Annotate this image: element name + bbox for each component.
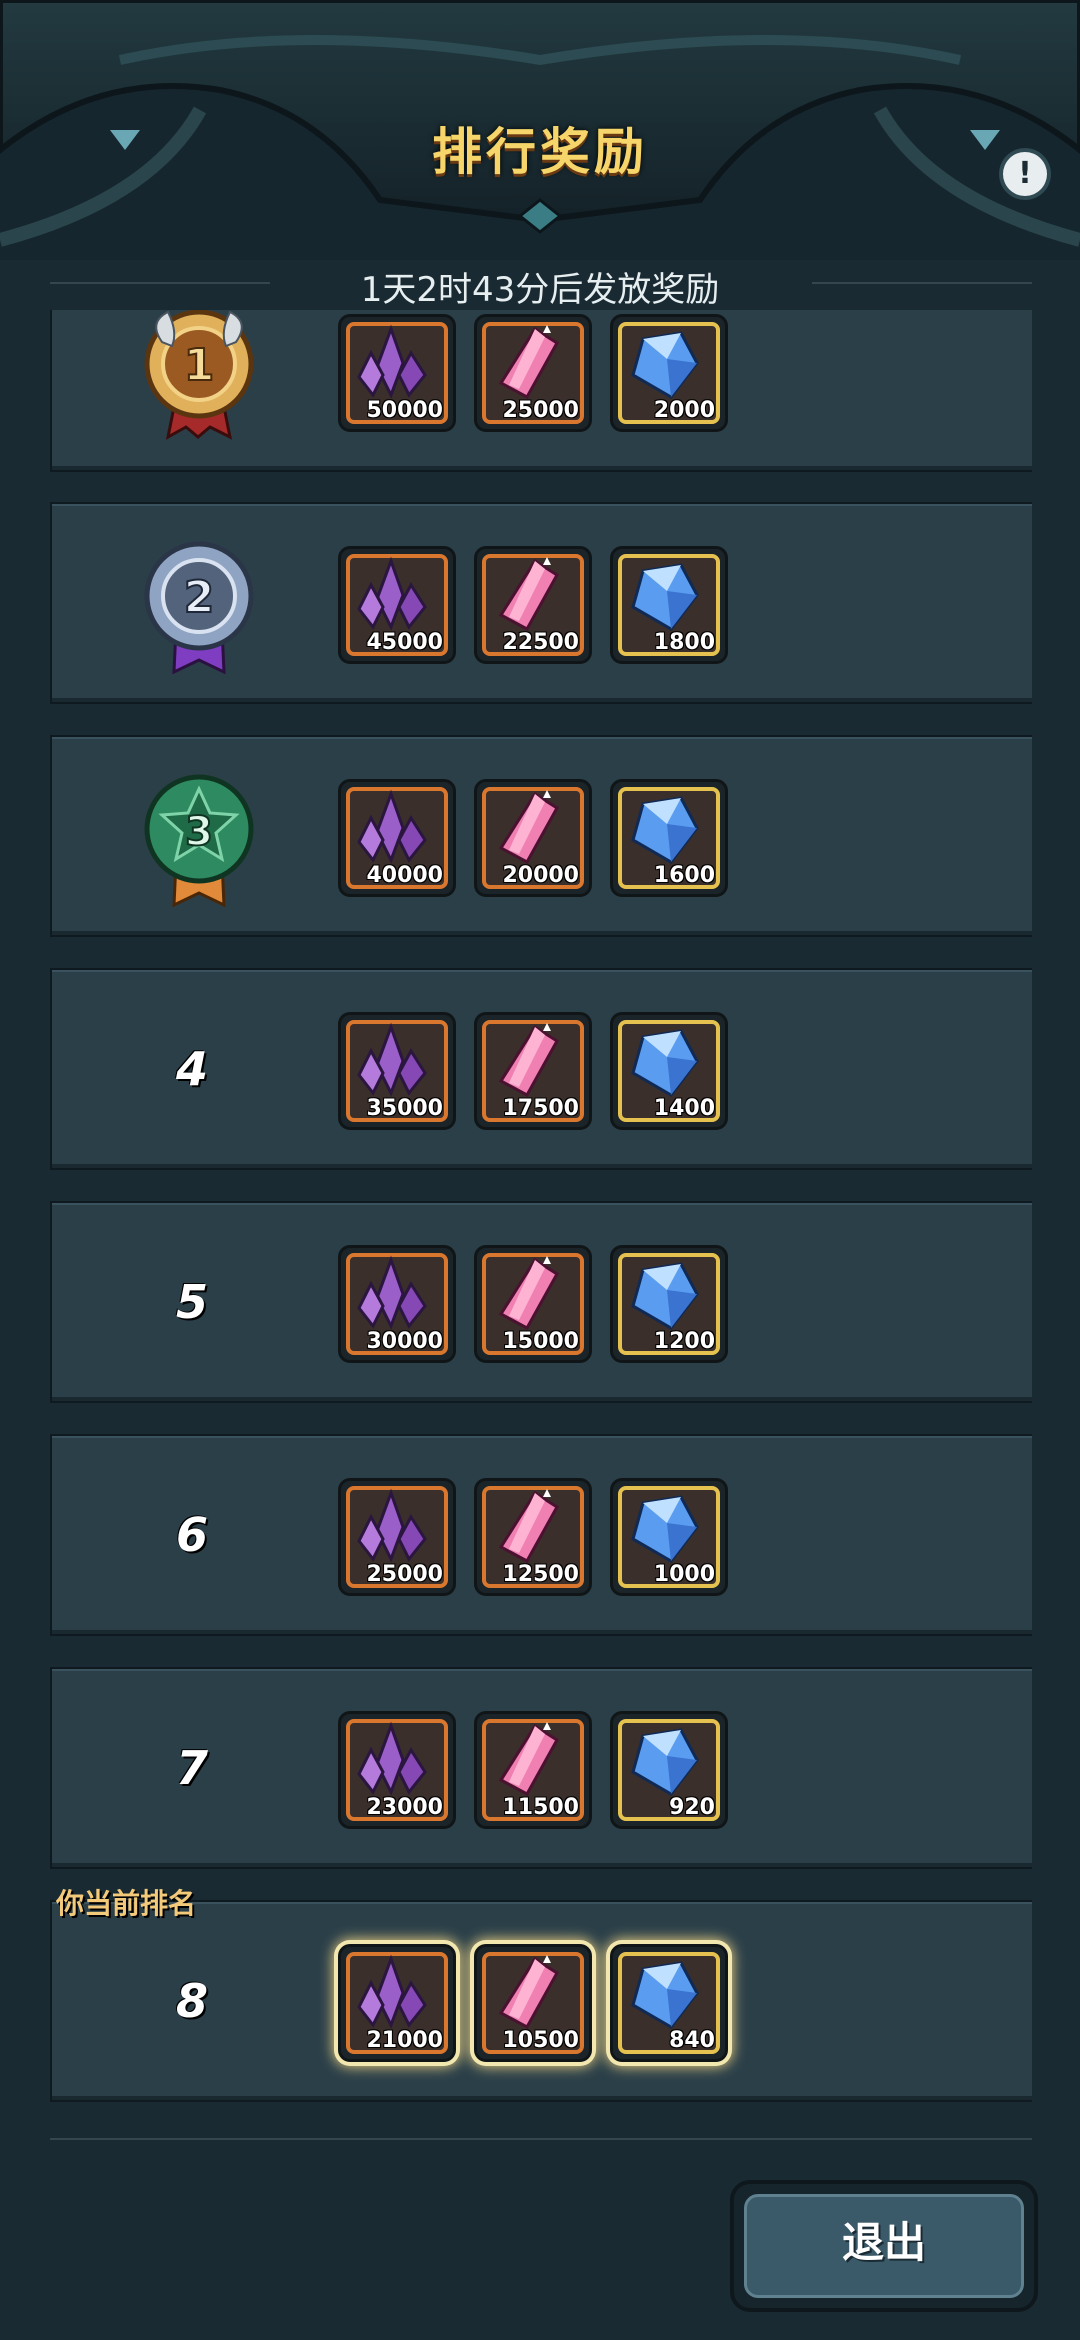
rank-number: 6 — [175, 1508, 208, 1562]
purple-crystal-icon — [357, 1721, 427, 1796]
rank-number: 4 — [175, 1042, 208, 1096]
item-quantity: 25000 — [502, 398, 579, 423]
item-quantity: 45000 — [366, 630, 443, 655]
item-quantity: 10500 — [502, 2028, 579, 2053]
item-quantity: 35000 — [366, 1096, 443, 1121]
item-quantity: 1000 — [653, 1562, 715, 1587]
pink-gem-icon — [498, 1955, 559, 2030]
item-quantity: 1400 — [653, 1096, 715, 1121]
silver-medal-icon: 2 — [144, 541, 254, 674]
svg-text:1: 1 — [184, 340, 215, 391]
reward-row: 4 35000 17500 1400 — [50, 968, 1032, 1170]
pink-gem-icon — [498, 325, 559, 400]
countdown-text: 1天2时43分后发放奖励 — [360, 270, 720, 310]
blue-diamond-icon — [631, 1262, 699, 1330]
purple-crystal-icon — [357, 556, 427, 631]
exit-button[interactable]: 退出 — [730, 2180, 1038, 2312]
item-quantity: 15000 — [502, 1329, 579, 1354]
purple-crystal-icon — [357, 789, 427, 864]
purple-crystal-icon — [357, 1255, 427, 1330]
item-quantity: 1800 — [653, 630, 715, 655]
rank-number: 8 — [175, 1974, 208, 2028]
blue-diamond-icon — [631, 563, 699, 631]
purple-crystal-icon — [357, 324, 427, 399]
item-quantity: 25000 — [366, 1562, 443, 1587]
divider — [50, 2138, 1032, 2140]
gold-medal-icon: 1 — [144, 310, 254, 440]
item-quantity: 21000 — [366, 2028, 443, 2053]
rank-number: 7 — [175, 1741, 208, 1795]
item-quantity: 30000 — [366, 1329, 443, 1354]
item-quantity: 1600 — [653, 863, 715, 888]
item-quantity: 1200 — [653, 1329, 715, 1354]
pink-gem-icon — [498, 1256, 559, 1331]
rank-number: 5 — [175, 1275, 208, 1329]
purple-crystal-icon — [357, 1488, 427, 1563]
item-quantity: 2000 — [653, 398, 715, 423]
page-title: 排行奖励 — [432, 123, 648, 181]
reward-row: 2 45000 22500 1800 — [50, 502, 1032, 704]
reward-row: 7 23000 11500 920 — [50, 1667, 1032, 1869]
blue-diamond-icon — [631, 331, 699, 399]
blue-diamond-icon — [631, 796, 699, 864]
exit-button-label[interactable]: 退出 — [744, 2194, 1024, 2298]
item-quantity: 12500 — [502, 1562, 579, 1587]
exclamation-icon[interactable]: ! — [1003, 152, 1047, 196]
item-quantity: 17500 — [502, 1096, 579, 1121]
reward-row: 1 50000 25000 2000 — [50, 310, 1032, 472]
pink-gem-icon — [498, 1023, 559, 1098]
blue-diamond-icon — [631, 1495, 699, 1563]
svg-text:2: 2 — [184, 572, 215, 623]
item-quantity: 20000 — [502, 863, 579, 888]
pink-gem-icon — [498, 1489, 559, 1564]
item-quantity: 40000 — [366, 863, 443, 888]
current-rank-label: 你当前排名 — [56, 1887, 197, 1920]
blue-diamond-icon — [631, 1728, 699, 1796]
blue-diamond-icon — [631, 1961, 699, 2029]
item-quantity: 840 — [669, 2028, 715, 2053]
purple-crystal-icon — [357, 1954, 427, 2029]
blue-diamond-icon — [631, 1029, 699, 1097]
item-quantity: 22500 — [502, 630, 579, 655]
item-quantity: 920 — [669, 1795, 715, 1820]
reward-row: 5 30000 15000 1200 — [50, 1201, 1032, 1403]
purple-crystal-icon — [357, 1022, 427, 1097]
item-quantity: 11500 — [502, 1795, 579, 1820]
reward-row: 3 40000 20000 1600 — [50, 735, 1032, 937]
reward-row: 6 25000 12500 1000 — [50, 1434, 1032, 1636]
svg-text:3: 3 — [185, 809, 213, 855]
pink-gem-icon — [498, 1722, 559, 1797]
pink-gem-icon — [498, 557, 559, 632]
reward-list[interactable]: 1 50000 25000 2000 2 45000 22500 1800 3 … — [50, 310, 1032, 2110]
bronze-medal-icon: 3 — [144, 774, 254, 907]
pink-gem-icon — [498, 790, 559, 865]
reward-row-current: 8 21000 10500 840 — [50, 1900, 1032, 2102]
item-quantity: 50000 — [366, 398, 443, 423]
item-quantity: 23000 — [366, 1795, 443, 1820]
